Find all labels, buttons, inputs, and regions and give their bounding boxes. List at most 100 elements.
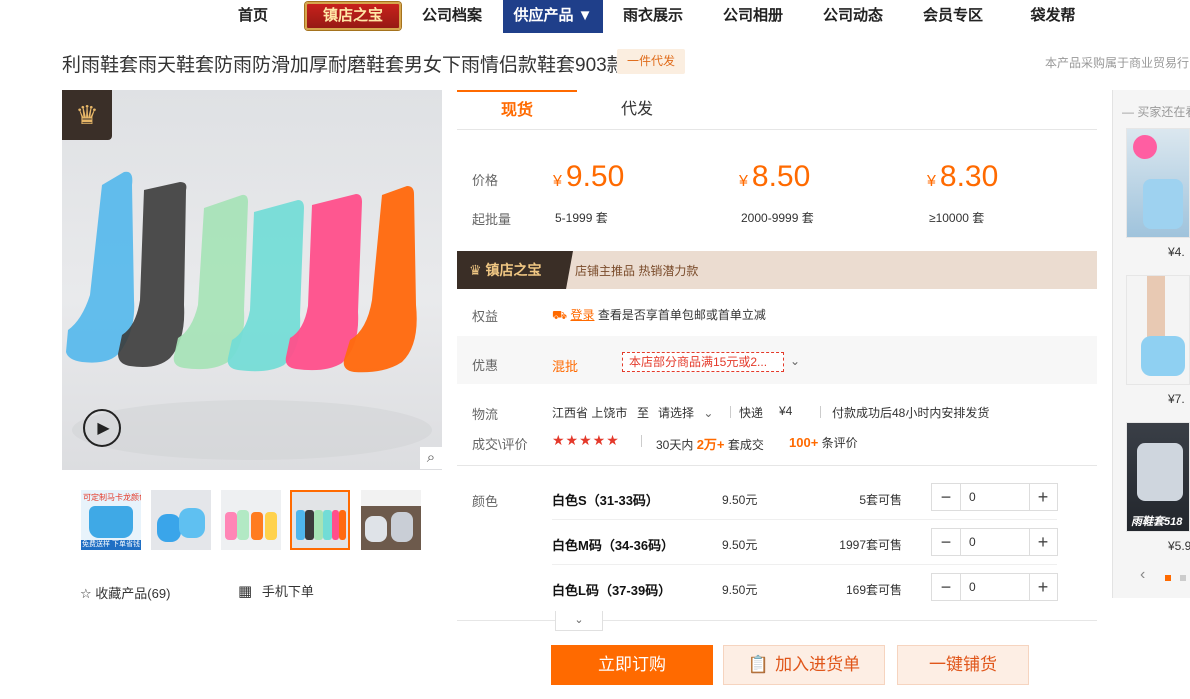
thumbnail-5-header xyxy=(361,490,421,506)
chevron-left-icon[interactable]: ‹ xyxy=(1140,566,1145,584)
thumbnail-5-boot-a xyxy=(365,516,387,542)
nav-home[interactable]: 首页 xyxy=(223,0,283,33)
divider xyxy=(730,406,731,418)
promo-text: 店铺主推品 热销潜力款 xyxy=(575,264,699,278)
expand-more-icon[interactable]: ⌄ xyxy=(555,611,603,631)
add-to-cart-button[interactable]: 📋 加入进货单 xyxy=(723,645,885,685)
tab-dropship[interactable]: 代发 xyxy=(577,90,697,130)
login-link[interactable]: 登录 xyxy=(570,308,594,322)
ship-from: 江西省 上饶市 xyxy=(552,406,628,420)
thumbnail-4-boot-orange xyxy=(339,510,346,540)
increment-button[interactable]: + xyxy=(1029,484,1057,510)
deal-count: 30天内 2万+ 套成交 xyxy=(656,434,764,453)
rain-boots-illustration xyxy=(66,171,432,460)
nav-member-area[interactable]: 会员专区 xyxy=(910,0,996,33)
order-now-button[interactable]: 立即订购 xyxy=(551,645,713,685)
play-video-icon[interactable]: ▶ xyxy=(83,409,121,447)
nav-bag-help[interactable]: 袋发帮 xyxy=(1018,0,1088,33)
variant-price: 9.50元 xyxy=(722,583,758,597)
thumbnail-4-boot-pink xyxy=(332,510,339,540)
nav-raincoat-display[interactable]: 雨衣展示 xyxy=(610,0,696,33)
nav-company-profile[interactable]: 公司档案 xyxy=(408,0,496,33)
recommend-price-2: ¥7. xyxy=(1168,392,1185,406)
main-product-image[interactable] xyxy=(62,90,442,470)
coupon-tag[interactable]: 本店部分商品满15元或2... xyxy=(622,352,784,372)
nav-company-news[interactable]: 公司动态 xyxy=(810,0,896,33)
carousel-dot[interactable] xyxy=(1180,575,1186,581)
favorite-product[interactable]: ☆ 收藏产品(69) xyxy=(80,583,170,602)
nav-products[interactable]: 供应产品 ▼ xyxy=(503,0,603,33)
thumbnail-1-footer: 免费送样 下单省钱 xyxy=(81,540,141,550)
recommend-price-3: ¥5.9 xyxy=(1168,539,1190,553)
sidebar-title: — 买家还在看 xyxy=(1122,103,1190,120)
price-tier-2: ¥8.50 xyxy=(739,160,810,194)
variant-name: 白色S（31-33码） xyxy=(552,493,659,508)
purchase-tabs: 现货 代发 xyxy=(457,90,1097,130)
ship-to-select[interactable]: 请选择 ⌄ xyxy=(658,404,713,421)
increment-button[interactable]: + xyxy=(1029,574,1057,600)
review-count-value: 100+ xyxy=(789,435,819,450)
price-tier-1: ¥9.50 xyxy=(553,160,624,194)
recommend-item-3-banner: 雨鞋套518 xyxy=(1131,516,1183,528)
trade-note: 本产品采购属于商业贸易行 xyxy=(1045,56,1190,70)
nav-treasure-badge[interactable]: 镇店之宝 xyxy=(305,2,401,30)
recommend-item-3[interactable]: 雨鞋套518 xyxy=(1126,422,1190,532)
thumbnail-1-caption: 可定制马卡龙颜色 xyxy=(83,493,141,502)
mixed-batch: 混批 xyxy=(552,359,579,374)
quantity-input[interactable] xyxy=(960,574,1030,600)
recommend-item-1-boot xyxy=(1143,179,1183,229)
review-count[interactable]: 100+ 条评价 xyxy=(789,434,858,451)
thumbnail-2[interactable] xyxy=(151,490,211,550)
zoom-search-icon[interactable]: ⌕ xyxy=(420,447,442,469)
thumbnail-5[interactable] xyxy=(361,490,421,550)
product-title: 利雨鞋套雨天鞋套防雨防滑加厚耐磨鞋套男女下雨情侣款鞋套903款 xyxy=(62,55,626,76)
color-label: 颜色 xyxy=(472,494,499,509)
price-tier-3-currency: ¥ xyxy=(927,173,936,190)
price-tier-3-value: 8.30 xyxy=(939,160,999,193)
promo-crown-icon: ♛ xyxy=(469,262,482,278)
thumbnail-1[interactable]: 可定制马卡龙颜色 免费送样 下单省钱 xyxy=(81,490,141,550)
top-nav: 首页 镇店之宝 公司档案 供应产品 ▼ 雨衣展示 公司相册 公司动态 会员专区 … xyxy=(0,0,1190,33)
qty-tier-3: ≥10000 套 xyxy=(929,211,985,225)
quantity-input[interactable] xyxy=(960,484,1030,510)
thumbnail-4-selected[interactable] xyxy=(290,490,350,550)
thumbnail-3[interactable] xyxy=(221,490,281,550)
promo-badge: ♛ 镇店之宝 xyxy=(457,251,573,289)
carousel-dot-active[interactable] xyxy=(1165,575,1171,581)
crown-icon: ♛ xyxy=(62,90,112,140)
ship-fee: ¥4 xyxy=(779,404,793,418)
recommend-item-1[interactable] xyxy=(1126,128,1190,238)
one-click-distribute-button[interactable]: 一键铺货 xyxy=(897,645,1029,685)
divider xyxy=(457,465,1097,466)
ship-to-word: 至 xyxy=(637,406,650,420)
recommend-item-2[interactable] xyxy=(1126,275,1190,385)
quantity-stepper: − + xyxy=(931,528,1058,556)
ship-note: 付款成功后48小时内安排发货 xyxy=(832,406,990,420)
quantity-input[interactable] xyxy=(960,529,1030,555)
chevron-down-icon[interactable]: ⌄ xyxy=(790,354,800,368)
favorite-label: 收藏产品(69) xyxy=(95,586,171,601)
sidebar-title-label: 买家还在看 xyxy=(1137,105,1190,119)
deals-label: 成交\评价 xyxy=(472,437,528,452)
deal-days: 30天内 xyxy=(656,438,694,452)
decrement-button[interactable]: − xyxy=(932,574,960,600)
clipboard-icon: 📋 xyxy=(747,655,770,674)
increment-button[interactable]: + xyxy=(1029,529,1057,555)
mobile-order-label: 手机下单 xyxy=(261,584,314,599)
nav-company-album[interactable]: 公司相册 xyxy=(710,0,796,33)
price-tier-1-value: 9.50 xyxy=(565,160,625,193)
min-qty-label: 起批量 xyxy=(472,212,512,227)
tab-in-stock[interactable]: 现货 xyxy=(457,90,577,130)
price-tier-3: ¥8.30 xyxy=(927,160,998,194)
quantity-stepper: − + xyxy=(931,573,1058,601)
benefits-label: 权益 xyxy=(472,309,499,324)
price-tier-2-currency: ¥ xyxy=(739,173,748,190)
decrement-button[interactable]: − xyxy=(932,484,960,510)
mobile-order[interactable]: ▦ 手机下单 xyxy=(238,581,314,600)
divider xyxy=(457,620,1097,621)
variant-price: 9.50元 xyxy=(722,493,758,507)
benefits-row: ⛟ 登录 查看是否享首单包邮或首单立减 xyxy=(552,306,766,324)
thumbnail-3-boot-orange xyxy=(251,512,263,540)
recommend-item-1-badge xyxy=(1133,135,1157,159)
decrement-button[interactable]: − xyxy=(932,529,960,555)
